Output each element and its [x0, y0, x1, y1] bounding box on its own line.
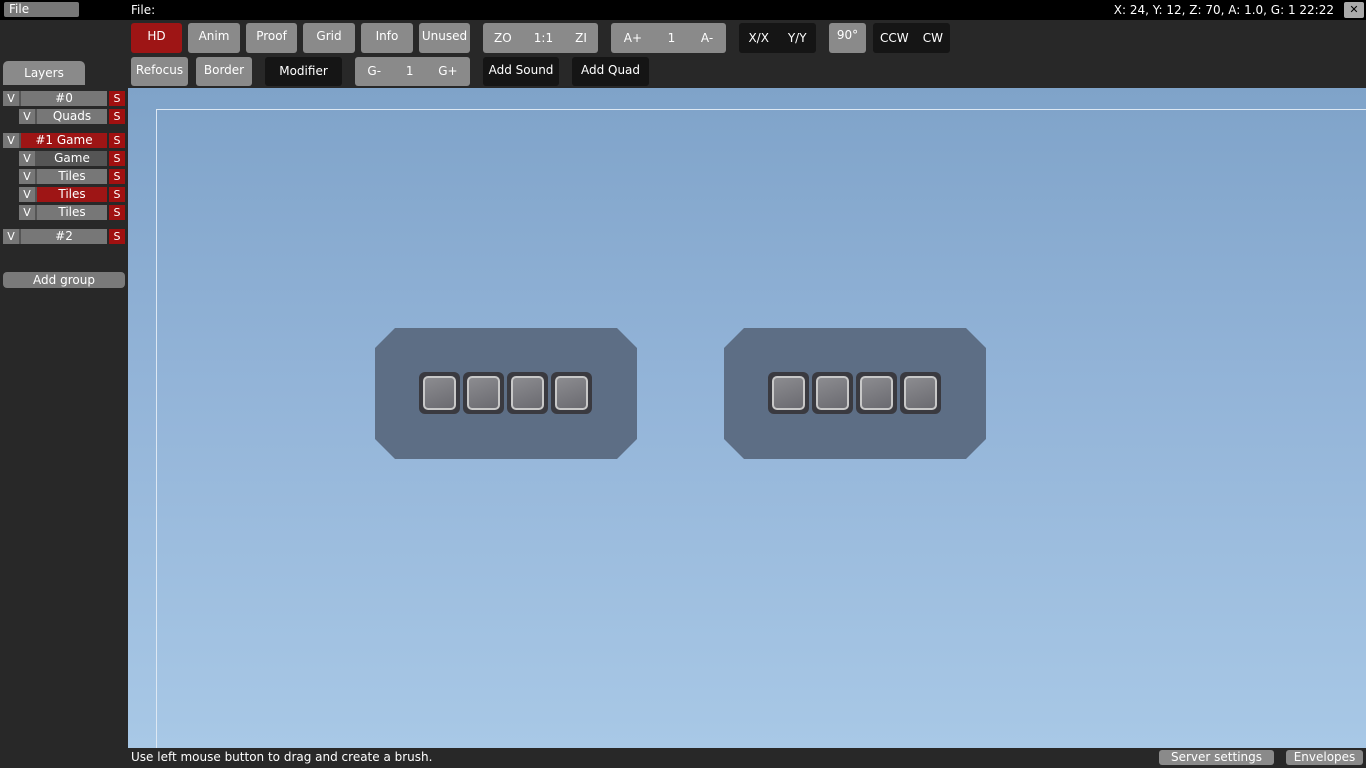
visibility-toggle[interactable]: V [19, 169, 35, 184]
tile-row [419, 372, 592, 414]
tile [900, 372, 941, 414]
map-border-top [156, 109, 1366, 110]
file-menu-button[interactable]: File [4, 2, 79, 17]
hd-button[interactable]: HD [131, 23, 182, 53]
layer-row-game[interactable]: V Game S [19, 151, 125, 166]
anim-button[interactable]: Anim [188, 23, 240, 53]
unused-button[interactable]: Unused [419, 23, 470, 53]
grid-size-value[interactable]: 1 [406, 57, 414, 86]
border-button[interactable]: Border [196, 57, 252, 86]
group-name[interactable]: #0 [19, 91, 107, 106]
add-quad-button[interactable]: Add Quad [572, 57, 649, 86]
platform-right [724, 328, 986, 459]
zoom-group: ZO 1:1 ZI [483, 23, 598, 53]
group-row-2[interactable]: V #2 S [3, 229, 125, 244]
layer-row-tiles[interactable]: V Tiles S [19, 205, 125, 220]
layer-name[interactable]: Quads [35, 109, 107, 124]
envelopes-button[interactable]: Envelopes [1286, 750, 1363, 765]
settings-button[interactable]: S [109, 91, 125, 106]
visibility-toggle[interactable]: V [3, 133, 19, 148]
settings-button[interactable]: S [109, 133, 125, 148]
visibility-toggle[interactable]: V [19, 109, 35, 124]
rotate-90-button[interactable]: 90° [829, 23, 866, 53]
layers-tab[interactable]: Layers [3, 61, 85, 85]
group-row-0[interactable]: V #0 S [3, 91, 125, 106]
modifier-button[interactable]: Modifier [265, 57, 342, 86]
anim-slower-button[interactable]: A- [701, 25, 713, 51]
menu-bar: File File: X: 24, Y: 12, Z: 70, A: 1.0, … [0, 0, 1366, 20]
server-settings-button[interactable]: Server settings [1159, 750, 1274, 765]
settings-button[interactable]: S [109, 169, 125, 184]
anim-faster-button[interactable]: A+ [624, 25, 642, 51]
proof-button[interactable]: Proof [246, 23, 297, 53]
rotate-group: CCW CW [873, 23, 950, 53]
flip-x-button[interactable]: X/X [748, 25, 768, 51]
tile [419, 372, 460, 414]
zoom-reset-button[interactable]: 1:1 [534, 25, 553, 51]
grid-button[interactable]: Grid [303, 23, 355, 53]
close-button[interactable]: ✕ [1344, 2, 1364, 18]
tile-row [768, 372, 941, 414]
visibility-toggle[interactable]: V [3, 229, 19, 244]
anim-speed-value[interactable]: 1 [668, 25, 676, 51]
visibility-toggle[interactable]: V [19, 187, 35, 202]
tile [812, 372, 853, 414]
layers-panel: Layers V #0 S V Quads S V #1 Game S V Ga… [0, 20, 128, 768]
tile [463, 372, 504, 414]
status-hint: Use left mouse button to drag and create… [131, 750, 433, 764]
group-name[interactable]: #2 [19, 229, 107, 244]
settings-button[interactable]: S [109, 187, 125, 202]
layer-row-quads[interactable]: V Quads S [19, 109, 125, 124]
anim-speed-group: A+ 1 A- [611, 23, 726, 53]
layer-name[interactable]: Tiles [35, 169, 107, 184]
visibility-toggle[interactable]: V [3, 91, 19, 106]
file-name-label: File: [131, 3, 156, 17]
group-row-1-game[interactable]: V #1 Game S [3, 133, 125, 148]
refocus-button[interactable]: Refocus [131, 57, 188, 86]
flip-group: X/X Y/Y [739, 23, 816, 53]
grid-minus-button[interactable]: G- [367, 57, 381, 86]
zoom-in-button[interactable]: ZI [575, 25, 587, 51]
cursor-status: X: 24, Y: 12, Z: 70, A: 1.0, G: 1 22:22 [1113, 3, 1334, 17]
add-sound-button[interactable]: Add Sound [483, 57, 559, 86]
platform-left [375, 328, 637, 459]
rotate-ccw-button[interactable]: CCW [880, 25, 909, 51]
visibility-toggle[interactable]: V [19, 205, 35, 220]
settings-button[interactable]: S [109, 205, 125, 220]
group-name[interactable]: #1 Game [19, 133, 107, 148]
info-button[interactable]: Info [361, 23, 413, 53]
rotate-cw-button[interactable]: CW [923, 25, 943, 51]
zoom-out-button[interactable]: ZO [494, 25, 512, 51]
tile [551, 372, 592, 414]
flip-y-button[interactable]: Y/Y [788, 25, 807, 51]
grid-plus-button[interactable]: G+ [438, 57, 457, 86]
tile [856, 372, 897, 414]
layer-row-tiles[interactable]: V Tiles S [19, 169, 125, 184]
visibility-toggle[interactable]: V [19, 151, 35, 166]
tile [507, 372, 548, 414]
add-group-button[interactable]: Add group [3, 272, 125, 288]
layer-name[interactable]: Tiles [35, 205, 107, 220]
layer-name[interactable]: Game [35, 151, 107, 166]
layer-row-tiles-selected[interactable]: V Tiles S [19, 187, 125, 202]
status-bar: Use left mouse button to drag and create… [128, 748, 1366, 768]
settings-button[interactable]: S [109, 151, 125, 166]
map-canvas[interactable] [128, 88, 1366, 748]
tile [768, 372, 809, 414]
layer-name[interactable]: Tiles [35, 187, 107, 202]
settings-button[interactable]: S [109, 109, 125, 124]
map-border-left [156, 109, 157, 748]
settings-button[interactable]: S [109, 229, 125, 244]
grid-size-group: G- 1 G+ [355, 57, 470, 86]
